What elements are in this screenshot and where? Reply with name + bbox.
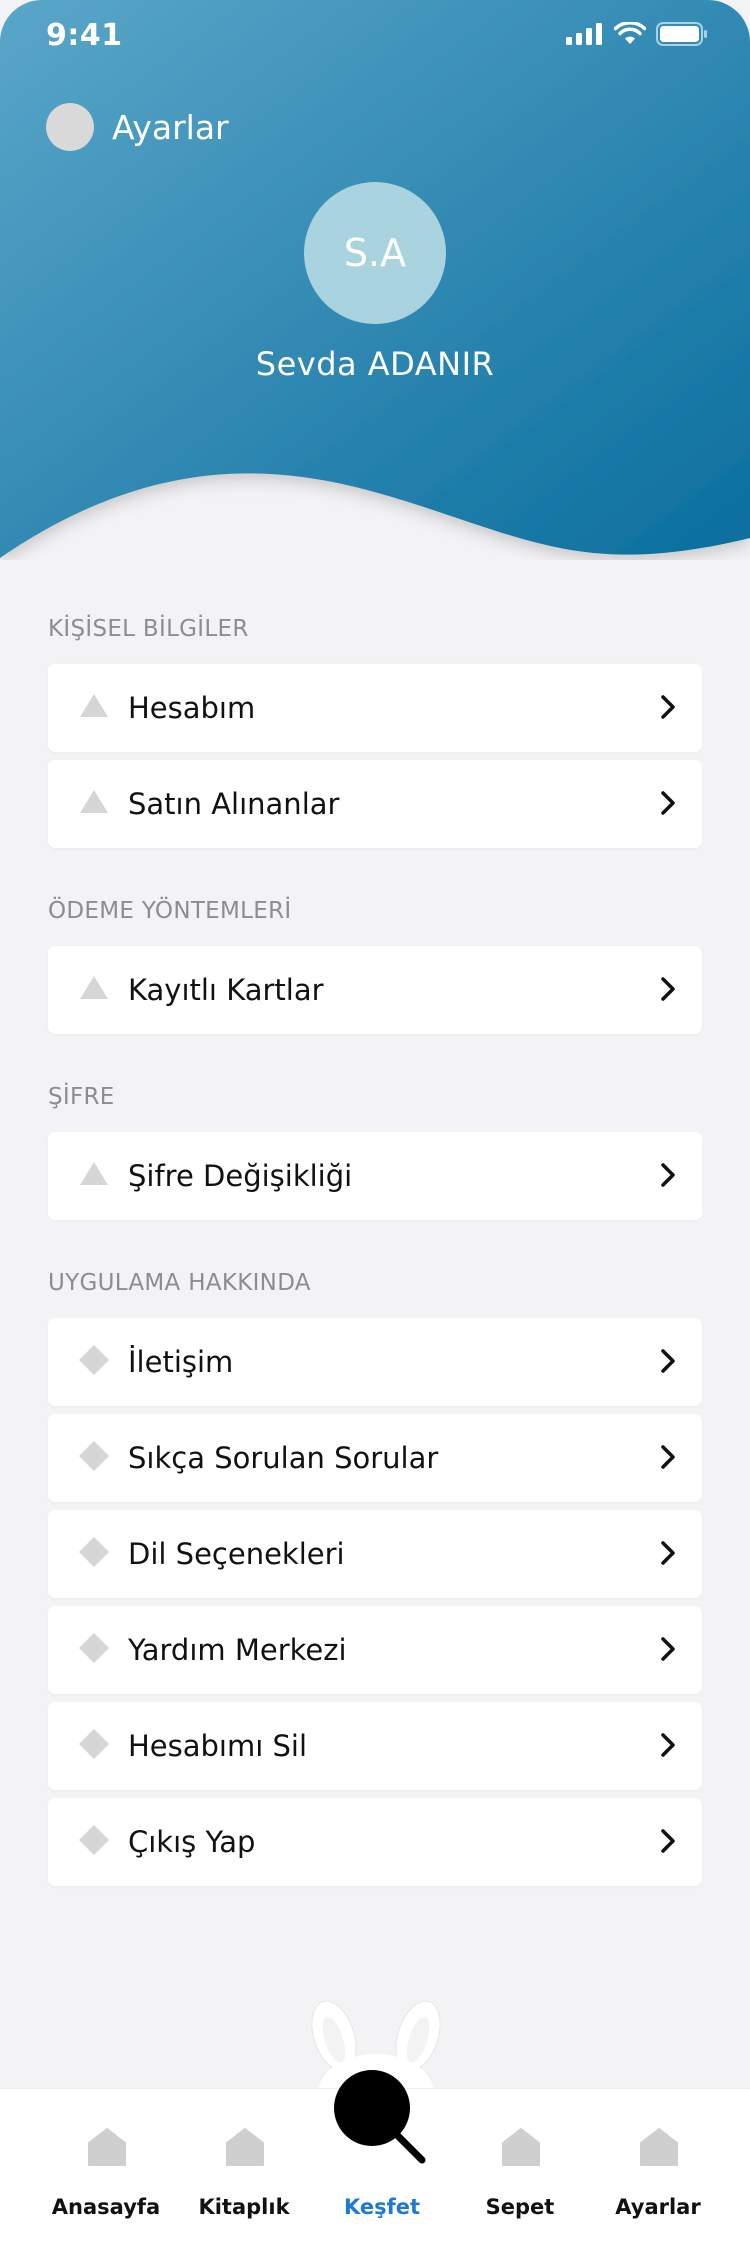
settings-item-label: Şifre Değişikliği	[128, 1159, 353, 1193]
settings-item-sss[interactable]: Sıkça Sorulan Sorular	[48, 1414, 702, 1502]
chevron-right-icon	[661, 1163, 675, 1187]
chevron-right-icon	[661, 791, 675, 815]
diamond-icon	[79, 1345, 109, 1375]
settings-item-label: Hesabımı Sil	[128, 1729, 308, 1763]
back-button[interactable]	[46, 103, 94, 151]
diamond-icon	[79, 1441, 109, 1471]
settings-item-label: Satın Alınanlar	[128, 787, 340, 821]
section-title-payment: ÖDEME YÖNTEMLERİ	[48, 898, 292, 924]
search-icon[interactable]	[330, 2066, 430, 2166]
settings-item-yardim-merkezi[interactable]: Yardım Merkezi	[48, 1606, 702, 1694]
status-bar: 9:41	[0, 0, 750, 70]
diamond-icon	[79, 1729, 109, 1759]
settings-item-cikis-yap[interactable]: Çıkış Yap	[48, 1798, 702, 1886]
section-title-about: UYGULAMA HAKKINDA	[48, 1270, 311, 1296]
avatar[interactable]: S.A	[304, 182, 446, 324]
tab-label: Ayarlar	[615, 2195, 701, 2219]
tab-label: Kitaplık	[198, 2195, 290, 2219]
chevron-right-icon	[661, 1445, 675, 1469]
tab-sepet[interactable]: Sepet	[445, 2089, 595, 2243]
home-icon	[226, 2128, 264, 2166]
settings-item-hesabim[interactable]: Hesabım	[48, 664, 702, 752]
page-title: Ayarlar	[112, 107, 229, 147]
section-title-personal: KİŞİSEL BİLGİLER	[48, 616, 249, 642]
battery-icon	[656, 22, 707, 46]
tab-label: Anasayfa	[51, 2195, 161, 2219]
nav-title: Ayarlar	[46, 102, 229, 152]
tab-ayarlar[interactable]: Ayarlar	[583, 2089, 733, 2243]
tab-label: Keşfet	[343, 2195, 421, 2219]
settings-item-hesabimi-sil[interactable]: Hesabımı Sil	[48, 1702, 702, 1790]
diamond-icon	[79, 1633, 109, 1663]
triangle-icon	[80, 694, 108, 717]
settings-item-dil-secenekleri[interactable]: Dil Seçenekleri	[48, 1510, 702, 1598]
tab-anasayfa[interactable]: Anasayfa	[31, 2089, 181, 2243]
settings-item-label: Sıkça Sorulan Sorular	[128, 1441, 439, 1475]
settings-item-label: Hesabım	[128, 691, 256, 725]
chevron-right-icon	[661, 1829, 675, 1853]
user-name: Sevda ADANIR	[255, 345, 495, 383]
status-time: 9:41	[46, 18, 123, 53]
settings-item-iletisim[interactable]: İletişim	[48, 1318, 702, 1406]
section-title-password: ŞİFRE	[48, 1084, 115, 1110]
tab-kitaplik[interactable]: Kitaplık	[169, 2089, 319, 2243]
chevron-right-icon	[661, 1541, 675, 1565]
diamond-icon	[79, 1825, 109, 1855]
chevron-right-icon	[661, 1349, 675, 1373]
triangle-icon	[80, 790, 108, 813]
chevron-right-icon	[661, 695, 675, 719]
settings-item-label: Kayıtlı Kartlar	[128, 973, 324, 1007]
tab-label: Sepet	[485, 2195, 555, 2219]
settings-item-label: İletişim	[128, 1345, 234, 1379]
settings-item-label: Yardım Merkezi	[128, 1633, 347, 1667]
wifi-icon	[614, 22, 646, 44]
home-icon	[640, 2128, 678, 2166]
chevron-right-icon	[661, 1637, 675, 1661]
triangle-icon	[80, 976, 108, 999]
signal-icon	[566, 23, 602, 45]
chevron-right-icon	[661, 977, 675, 1001]
profile-header: 9:41 Ayarlar S.A Sevda ADANIR	[0, 0, 750, 560]
avatar-initials: S.A	[343, 231, 407, 275]
settings-item-satin-alinanlar[interactable]: Satın Alınanlar	[48, 760, 702, 848]
settings-item-label: Dil Seçenekleri	[128, 1537, 345, 1571]
triangle-icon	[80, 1162, 108, 1185]
settings-item-kayitli-kartlar[interactable]: Kayıtlı Kartlar	[48, 946, 702, 1034]
settings-item-label: Çıkış Yap	[128, 1825, 256, 1859]
home-icon	[502, 2128, 540, 2166]
chevron-right-icon	[661, 1733, 675, 1757]
settings-item-sifre-degisikligi[interactable]: Şifre Değişikliği	[48, 1132, 702, 1220]
home-icon	[88, 2128, 126, 2166]
diamond-icon	[79, 1537, 109, 1567]
